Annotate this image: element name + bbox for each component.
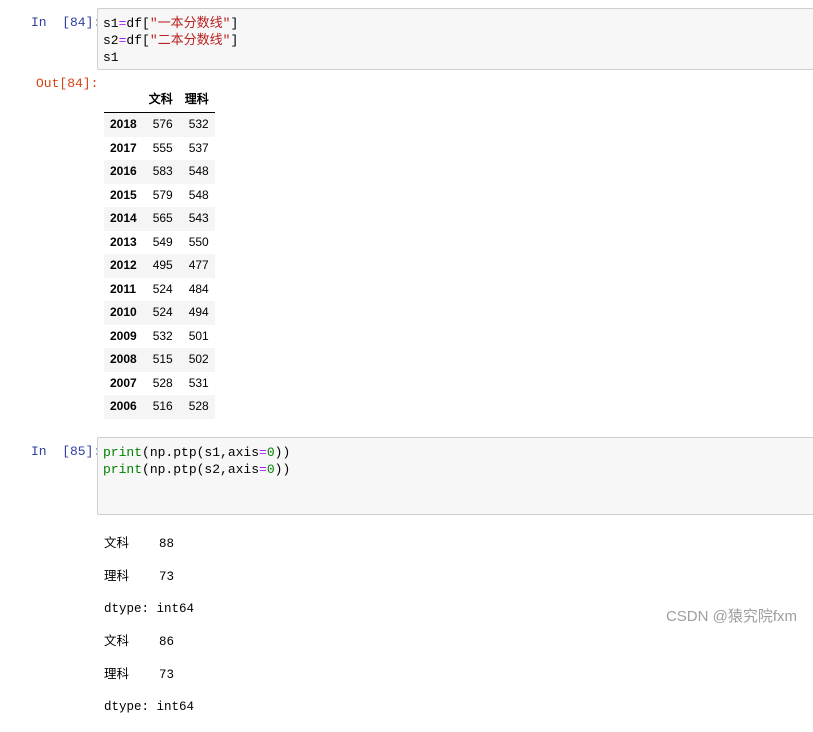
- cell-value: 515: [152, 352, 173, 366]
- cell-85-output: 文科 88 理科 73 dtype: int64 文科 86 理科 73 dty…: [104, 520, 194, 732]
- output-line: 理科 73: [104, 569, 175, 584]
- row-index: 2012: [110, 258, 137, 272]
- cell-value: 477: [188, 258, 209, 272]
- index-header: [104, 88, 143, 113]
- cell-value: 555: [152, 140, 173, 155]
- code-line: print(np.ptp(s1,axis=0)): [103, 445, 291, 460]
- cell-value: 516: [152, 399, 173, 413]
- cell-value: 524: [152, 281, 173, 296]
- cell-value: 579: [152, 187, 173, 202]
- row-index: 2017: [110, 140, 137, 155]
- row-index: 2015: [110, 187, 137, 202]
- table-row: 2018 576 532: [104, 112, 215, 137]
- cell-value: 543: [188, 211, 209, 225]
- cell-85-in-prompt: In [85]:: [31, 444, 102, 459]
- cell-value: 494: [188, 305, 209, 319]
- cell-value: 548: [188, 187, 209, 202]
- output-line: dtype: int64: [104, 700, 195, 715]
- row-index: 2007: [110, 375, 137, 390]
- cell-value: 524: [152, 305, 173, 319]
- table-row: 2009 532 501: [104, 325, 215, 349]
- cell-value: 532: [188, 117, 209, 131]
- cell-value: 550: [188, 234, 209, 249]
- code-line: s1=df["一本分数线"]: [103, 16, 239, 31]
- cell-value: 528: [152, 375, 173, 390]
- cell-value: 501: [188, 328, 209, 343]
- output-line: dtype: int64: [104, 602, 195, 617]
- table-row: 2007 528 531: [104, 372, 215, 396]
- table-row: 2017 555 537: [104, 137, 215, 161]
- output-line: 理科 73: [104, 667, 175, 682]
- row-index: 2013: [110, 234, 137, 249]
- cell-84-code-editor[interactable]: s1=df["一本分数线"] s2=df["二本分数线"] s1: [97, 8, 813, 70]
- row-index: 2009: [110, 328, 137, 343]
- table-row: 2011 524 484: [104, 278, 215, 302]
- cell-value: 583: [152, 164, 173, 178]
- cell-value: 532: [152, 328, 173, 343]
- cell-value: 495: [152, 258, 173, 272]
- cell-value: 576: [152, 117, 173, 131]
- table-row: 2006 516 528: [104, 395, 215, 419]
- cell-value: 548: [188, 164, 209, 178]
- cell-value: 537: [188, 140, 209, 155]
- column-header: 理科: [178, 88, 215, 113]
- cell-value: 531: [188, 375, 209, 390]
- table-row: 2016 583 548: [104, 160, 215, 184]
- cell-value: 502: [188, 352, 209, 366]
- table-row: 2015 579 548: [104, 184, 215, 208]
- dataframe-table: 文科 理科 2018 576 532 2017 555 537 2016 583 548 2…: [104, 88, 215, 419]
- output-line: 文科 88: [104, 537, 175, 552]
- cell-value: 528: [188, 399, 209, 413]
- table-row: 2014 565 543: [104, 207, 215, 231]
- table-row: 2013 549 550: [104, 231, 215, 255]
- column-header: 文科: [142, 88, 179, 113]
- row-index: 2016: [110, 164, 137, 178]
- cell-85-code-editor[interactable]: print(np.ptp(s1,axis=0)) print(np.ptp(s2…: [97, 437, 813, 515]
- cell-value: 549: [152, 234, 173, 249]
- row-index: 2010: [110, 305, 137, 319]
- cell-value: 565: [152, 211, 173, 225]
- row-index: 2008: [110, 352, 137, 366]
- table-row: 2010 524 494: [104, 301, 215, 325]
- row-index: 2006: [110, 399, 137, 413]
- table-row: 2008 515 502: [104, 348, 215, 372]
- cell-value: 484: [188, 281, 209, 296]
- code-line: s2=df["二本分数线"]: [103, 33, 239, 48]
- code-line: print(np.ptp(s2,axis=0)): [103, 462, 291, 477]
- table-row: 2012 495 477: [104, 254, 215, 278]
- row-index: 2018: [110, 117, 137, 131]
- cell-84-out-prompt: Out[84]:: [36, 76, 99, 91]
- code-line: s1: [103, 50, 119, 65]
- watermark: CSDN @猿究院fxm: [665, 608, 797, 625]
- cell-84-in-prompt: In [84]:: [31, 15, 102, 30]
- row-index: 2011: [110, 281, 137, 296]
- table-header-row: 文科 理科: [104, 88, 215, 113]
- output-line: 文科 86: [104, 635, 175, 650]
- row-index: 2014: [110, 211, 137, 225]
